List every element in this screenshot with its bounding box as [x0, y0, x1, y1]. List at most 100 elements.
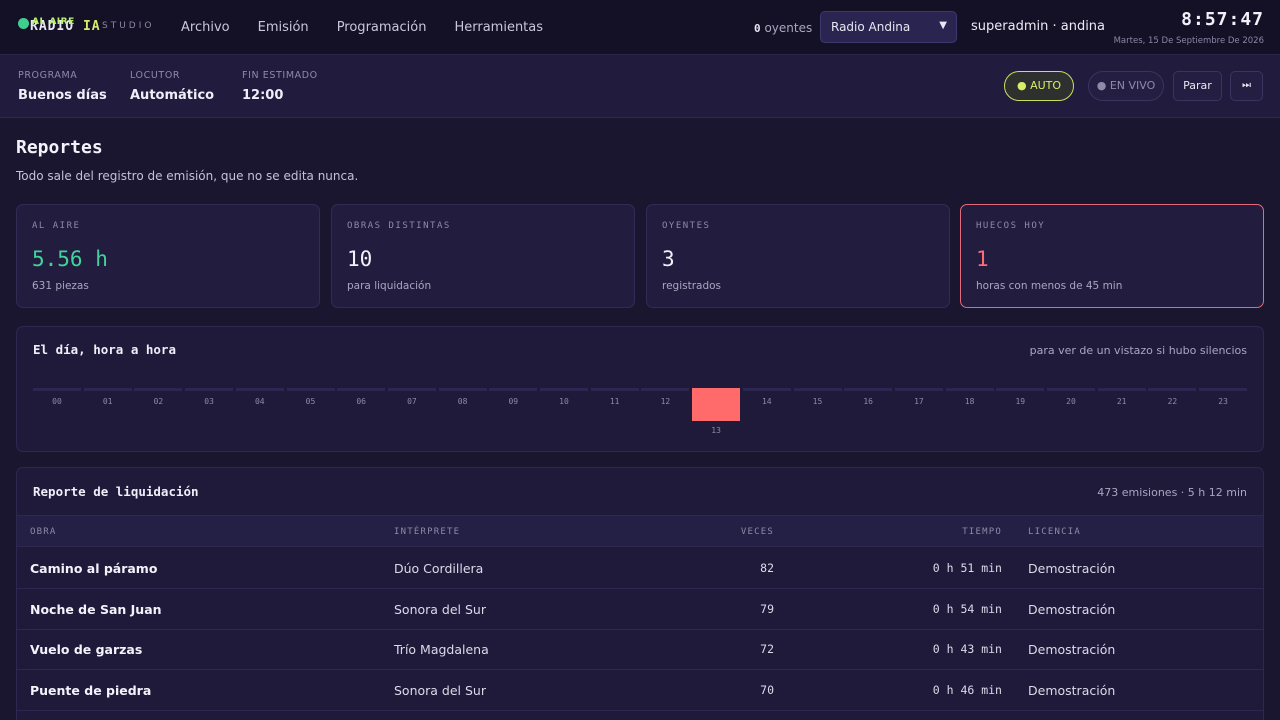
- hour-label: 22: [1167, 397, 1178, 406]
- cell-duration: 0 h 46 min: [932, 682, 1002, 697]
- hour-bar: [286, 388, 335, 391]
- page-subtitle: Todo sale del registro de emisión, que n…: [16, 169, 359, 183]
- hour-label: 06: [356, 397, 366, 406]
- cell-duration: 0 h 54 min: [932, 601, 1002, 616]
- hour-gap-bar: [692, 388, 741, 421]
- main-nav: Archivo Emisión Programación Herramienta…: [167, 20, 557, 35]
- table-row[interactable]: Noche de San Juan Sonora del Sur 79 0 h 54 …: [17, 589, 1263, 630]
- host-value: Automático: [130, 88, 215, 103]
- cell-times: 70: [760, 682, 774, 697]
- nav-item-programacion[interactable]: Programación: [337, 20, 427, 35]
- hourly-panel: El día, hora a hora para ver de un vista…: [16, 326, 1264, 452]
- cell-artist: Trío Magdalena: [394, 642, 489, 657]
- end-time-label: FIN ESTIMADO: [242, 70, 318, 81]
- program-label: PROGRAMA: [18, 70, 78, 81]
- hour-bar: [1097, 388, 1146, 391]
- cell-license: Demostración: [1028, 642, 1116, 657]
- live-mode-button[interactable]: ● EN VIVO: [1088, 71, 1164, 101]
- station-select[interactable]: Radio Andina ▼: [820, 11, 957, 43]
- stat-card-gaps: HUECOS HOY 1 horas con menos de 45 min: [960, 204, 1264, 308]
- table-row[interactable]: Vuelo de garzas Trío Magdalena 72 0 h 43 mi…: [17, 629, 1263, 670]
- user-account[interactable]: superadmin · andina: [971, 19, 1105, 34]
- cell-times: 79: [760, 601, 774, 616]
- stat-value: 10: [347, 247, 373, 271]
- cell-work: Noche de San Juan: [30, 601, 162, 617]
- hour-label: 18: [964, 397, 975, 406]
- on-air-badge: AL AIRE: [32, 17, 75, 27]
- cell-duration: 0 h 51 min: [932, 561, 1002, 575]
- stat-note: 631 piezas: [32, 280, 89, 292]
- hour-label: 03: [204, 397, 214, 406]
- program-value: Buenos días: [18, 88, 107, 103]
- hour-bar: [83, 388, 132, 391]
- program-bar: PROGRAMA Buenos días LOCUTOR Automático …: [0, 55, 1280, 118]
- table-row[interactable]: Camino al páramo Dúo Cordillera 82 0 h 51 m…: [17, 548, 1263, 589]
- hour-label: 09: [508, 397, 519, 406]
- page-title: Reportes: [16, 137, 103, 158]
- listeners-count: 0: [754, 22, 761, 35]
- hour-label: 02: [153, 397, 164, 406]
- program-field: PROGRAMA Buenos días: [18, 70, 107, 103]
- report-panel: Reporte de liquidación 473 emisiones · 5…: [16, 467, 1264, 720]
- column-header-artist[interactable]: INTÉRPRETE: [394, 527, 460, 537]
- table-row[interactable]: Puente de piedra Sonora del Sur 70 0 h 46 m…: [17, 670, 1263, 711]
- hour-bar: [590, 388, 639, 391]
- stat-label: AL AIRE: [32, 221, 81, 231]
- nav-item-archivo[interactable]: Archivo: [181, 20, 230, 35]
- column-header-license[interactable]: LICENCIA: [1028, 527, 1081, 537]
- nav-item-herramientas[interactable]: Herramientas: [454, 20, 543, 35]
- stat-card-works: OBRAS DISTINTAS 10 para liquidación: [331, 204, 635, 308]
- hour-label: 05: [305, 397, 316, 406]
- top-bar: RADIO IA AL AIRE STUDIO Archivo Emisión …: [0, 0, 1280, 55]
- nav-item-emision[interactable]: Emisión: [258, 20, 309, 35]
- brand-logo[interactable]: RADIO IA AL AIRE STUDIO: [18, 14, 158, 42]
- hour-label: 16: [863, 397, 873, 406]
- skip-next-icon[interactable]: ⏭: [1230, 71, 1263, 101]
- hour-bar: [185, 388, 234, 391]
- hour-label: 13: [711, 426, 721, 435]
- cell-work: Camino al páramo: [30, 561, 158, 576]
- report-title: Reporte de liquidación: [33, 484, 199, 499]
- stat-card-listeners: OYENTES 3 registrados: [646, 204, 950, 308]
- hour-label: 01: [102, 397, 113, 406]
- listeners-counter: 0 oyentes: [754, 21, 812, 35]
- hour-bar: [337, 388, 386, 391]
- end-time-value: 12:00: [242, 88, 284, 103]
- cell-artist: Sonora del Sur: [394, 682, 486, 698]
- cell-duration: 0 h 43 min: [932, 642, 1002, 656]
- hour-bar: [387, 388, 436, 391]
- hour-bar: [844, 388, 893, 391]
- stop-button[interactable]: Parar: [1173, 71, 1222, 101]
- hour-bar: [641, 388, 690, 391]
- column-header-times[interactable]: VECES: [717, 527, 774, 537]
- hour-bar: [793, 388, 842, 391]
- listeners-label: oyentes: [764, 21, 813, 35]
- hour-bar: [438, 388, 487, 391]
- hour-label: 08: [457, 397, 468, 406]
- auto-mode-button[interactable]: ● AUTO: [1004, 71, 1074, 101]
- end-time-field: FIN ESTIMADO 12:00: [242, 70, 318, 103]
- stat-note: para liquidación: [347, 280, 432, 292]
- on-air-indicator-icon: [18, 18, 29, 29]
- column-header-duration[interactable]: TIEMPO: [917, 527, 1002, 537]
- hour-label: 10: [559, 397, 569, 406]
- host-label: LOCUTOR: [130, 70, 181, 81]
- hour-bar: [540, 388, 588, 391]
- cell-license: Demostración: [1028, 561, 1116, 576]
- cell-artist: Dúo Cordillera: [394, 561, 484, 576]
- hour-bar: [742, 388, 791, 391]
- stat-value: 5.56 h: [32, 247, 108, 271]
- hour-label: 04: [254, 397, 265, 406]
- hour-label: 23: [1218, 397, 1228, 406]
- hour-bar: [1047, 388, 1095, 391]
- stat-value: 3: [662, 247, 675, 271]
- hour-label: 20: [1066, 397, 1076, 406]
- stat-note: registrados: [662, 280, 722, 292]
- table-header: OBRA INTÉRPRETE VECES TIEMPO LICENCIA: [17, 515, 1263, 547]
- column-header-work[interactable]: OBRA: [30, 527, 56, 537]
- hour-label: 19: [1015, 397, 1026, 406]
- hour-bar: [134, 388, 183, 391]
- hour-label: 21: [1116, 397, 1127, 406]
- stat-note: horas con menos de 45 min: [976, 280, 1123, 292]
- hour-label: 14: [761, 397, 772, 406]
